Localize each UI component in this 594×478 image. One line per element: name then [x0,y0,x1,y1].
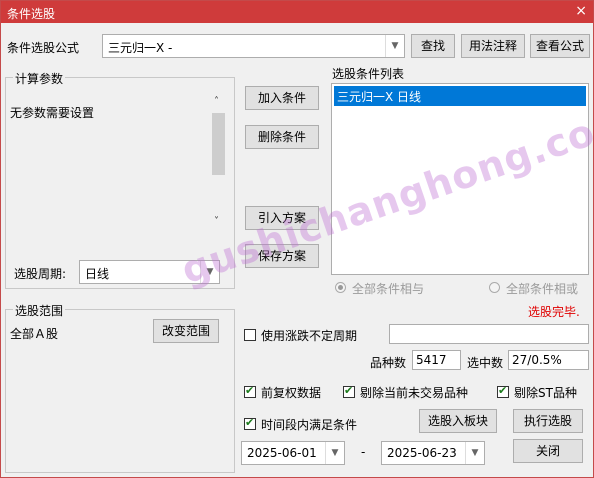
exclude-untraded-label: 剔除当前未交易品种 [360,386,469,400]
scroll-thumb[interactable] [212,113,225,175]
formula-label: 条件选股公式 [7,41,80,55]
chevron-down-icon[interactable]: ▼ [385,35,404,57]
scope-value: 全部Ａ股 [10,327,59,341]
selected-field: 27/0.5% [508,350,589,370]
count-field: 5417 [412,350,461,370]
time-range-label: 时间段内满足条件 [261,418,358,432]
execute-button[interactable]: 执行选股 [513,409,583,433]
end-date-value: 2025-06-23 [387,446,457,460]
condition-item-text: 三元归一X 日线 [337,90,422,104]
formula-value: 三元归一X - [108,41,173,55]
change-scope-button[interactable]: 改变范围 [153,319,219,343]
time-range-checkbox[interactable] [244,416,256,430]
params-scrollbar[interactable]: ˄ ˅ [210,96,227,231]
title-bar: 条件选股 × [1,1,593,23]
chevron-down-icon[interactable]: ▼ [325,442,344,464]
or-radio-label: 全部条件相或 [506,282,579,296]
add-condition-button[interactable]: 加入条件 [245,86,319,110]
count-value: 5417 [416,353,447,367]
view-formula-button[interactable]: 查看公式 [530,34,590,58]
start-date-picker[interactable]: 2025-06-01 ▼ [241,441,345,465]
exclude-st-label: 剔除ST品种 [514,386,577,400]
prior-adjust-checkbox[interactable] [244,384,256,398]
formula-select[interactable]: 三元归一X - ▼ [102,34,405,58]
or-radio[interactable] [489,282,500,293]
selected-value: 27/0.5% [512,353,562,367]
find-button[interactable]: 查找 [411,34,455,58]
close-icon[interactable]: × [575,3,587,19]
selected-label: 选中数 [467,356,504,370]
chevron-down-icon[interactable]: ▼ [465,442,484,464]
scroll-down-icon[interactable]: ˅ [214,216,219,227]
scroll-up-icon[interactable]: ˄ [214,96,219,107]
prior-adjust-label: 前复权数据 [261,386,322,400]
status-text: 选股完毕. [528,305,580,319]
count-label: 品种数 [370,356,407,370]
end-date-picker[interactable]: 2025-06-23 ▼ [381,441,485,465]
exclude-untraded-checkbox[interactable] [343,384,355,398]
variable-period-label: 使用涨跌不定周期 [261,329,358,343]
usage-notes-button[interactable]: 用法注释 [461,34,525,58]
variable-period-checkbox[interactable] [244,329,256,341]
condition-stock-picker-window: 条件选股 × 条件选股公式 三元归一X - ▼ 查找 用法注释 查看公式 计算参… [0,0,594,478]
start-date-value: 2025-06-01 [247,446,317,460]
params-text: 无参数需要设置 [10,106,95,120]
and-radio-label: 全部条件相与 [352,282,425,296]
condition-list-label: 选股条件列表 [332,67,405,81]
params-group-label: 计算参数 [13,70,66,87]
delete-condition-button[interactable]: 删除条件 [245,125,319,149]
add-to-block-button[interactable]: 选股入板块 [419,409,497,433]
close-button[interactable]: 关闭 [513,439,583,463]
condition-list-item[interactable]: 三元归一X 日线 [334,86,586,106]
scope-group-label: 选股范围 [13,302,66,319]
period-label: 选股周期: [14,267,67,281]
and-radio[interactable] [335,282,346,293]
exclude-st-checkbox[interactable] [497,384,509,398]
period-value: 日线 [85,267,110,281]
date-separator: - [361,445,366,459]
window-title: 条件选股 [7,7,56,21]
variable-period-input[interactable] [389,324,589,344]
